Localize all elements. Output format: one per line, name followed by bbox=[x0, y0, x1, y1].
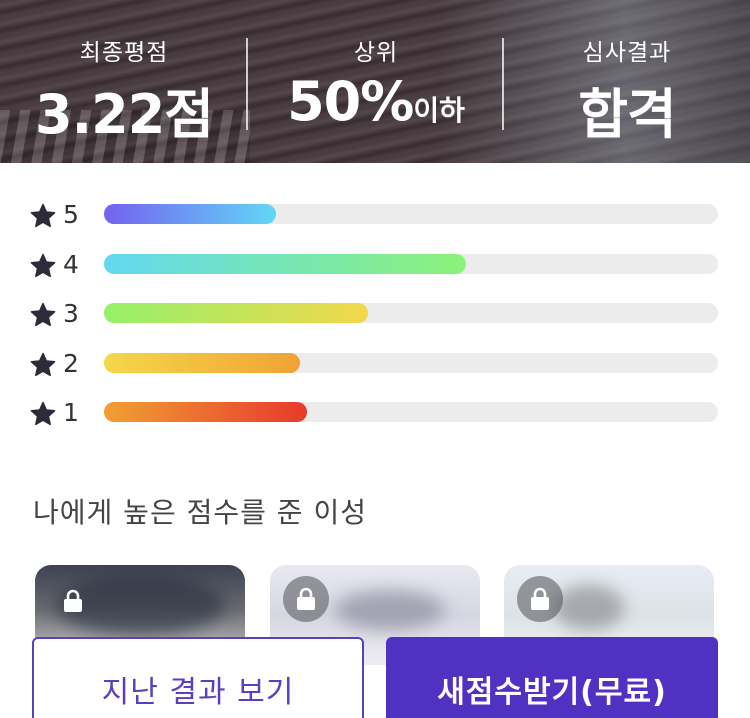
lock-icon bbox=[531, 587, 549, 610]
rating-stars-label: 3 bbox=[63, 299, 79, 328]
rank-label: 상위 bbox=[353, 40, 399, 66]
rank-value-wrap: 50%이하 bbox=[249, 70, 503, 133]
rating-bar-track bbox=[104, 204, 718, 224]
rating-bar-fill bbox=[104, 353, 300, 373]
rating-row: 3 bbox=[30, 299, 720, 329]
rating-bar-fill bbox=[104, 303, 368, 323]
section-title: 나에게 높은 점수를 준 이성 bbox=[33, 496, 367, 529]
header-divider bbox=[246, 38, 248, 130]
star-icon bbox=[30, 203, 56, 228]
get-new-score-button[interactable]: 새점수받기(무료) bbox=[386, 637, 718, 718]
result-stat: 심사결과 합격 bbox=[504, 0, 750, 163]
rating-row: 1 bbox=[30, 398, 720, 428]
rank-suffix: 이하 bbox=[413, 94, 465, 127]
past-results-button[interactable]: 지난 결과 보기 bbox=[32, 637, 364, 718]
star-icon bbox=[30, 401, 56, 426]
result-label: 심사결과 bbox=[582, 40, 672, 66]
rating-stars-label: 5 bbox=[63, 200, 79, 229]
final-score-value: 3.22점 bbox=[35, 83, 214, 146]
result-value: 합격 bbox=[578, 83, 676, 146]
rating-bar-fill bbox=[104, 204, 276, 224]
rating-bar-track bbox=[104, 303, 718, 323]
blurred-photo bbox=[335, 590, 445, 630]
lock-icon bbox=[64, 589, 82, 612]
rating-bar-fill bbox=[104, 402, 307, 422]
rank-value: 50% bbox=[287, 70, 414, 133]
result-header: 최종평점 3.22점 상위 50%이하 심사결과 합격 bbox=[0, 0, 750, 163]
rating-stars-label: 1 bbox=[63, 398, 79, 427]
star-icon bbox=[30, 302, 56, 327]
lock-icon bbox=[297, 587, 315, 610]
final-score-stat: 최종평점 3.22점 bbox=[0, 0, 248, 163]
final-score-label: 최종평점 bbox=[79, 40, 169, 66]
rating-stars-label: 4 bbox=[63, 250, 79, 279]
rank-stat: 상위 50%이하 bbox=[249, 0, 503, 163]
rating-row: 2 bbox=[30, 349, 720, 379]
rating-bar-track bbox=[104, 402, 718, 422]
rating-row: 5 bbox=[30, 200, 720, 230]
star-icon bbox=[30, 253, 56, 278]
rating-bar-track bbox=[104, 353, 718, 373]
rating-bar-fill bbox=[104, 254, 466, 274]
rating-bar-track bbox=[104, 254, 718, 274]
rating-row: 4 bbox=[30, 250, 720, 280]
star-icon bbox=[30, 352, 56, 377]
rating-stars-label: 2 bbox=[63, 349, 79, 378]
blurred-photo bbox=[554, 585, 624, 630]
